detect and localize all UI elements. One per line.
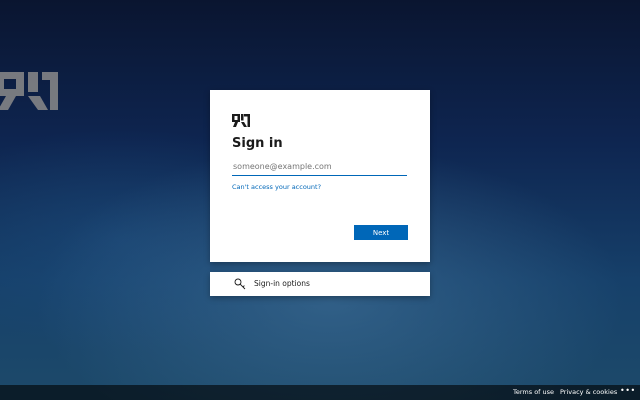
next-button[interactable]: Next: [354, 225, 408, 240]
signin-options-button[interactable]: Sign-in options: [210, 272, 430, 296]
signin-card: Sign in Can't access your account? Next: [210, 90, 430, 262]
page-title: Sign in: [232, 136, 283, 151]
brand-logo-icon: [232, 114, 250, 127]
footer-bar: Terms of use Privacy & cookies •••: [0, 385, 640, 400]
privacy-cookies-link[interactable]: Privacy & cookies: [560, 388, 617, 396]
email-field[interactable]: [232, 158, 407, 176]
key-icon: [234, 278, 246, 290]
cant-access-account-link[interactable]: Can't access your account?: [232, 183, 321, 191]
signin-options-label: Sign-in options: [254, 279, 310, 288]
background-logo-icon: [0, 72, 58, 110]
terms-of-use-link[interactable]: Terms of use: [513, 388, 554, 396]
more-options-button[interactable]: •••: [620, 386, 636, 395]
